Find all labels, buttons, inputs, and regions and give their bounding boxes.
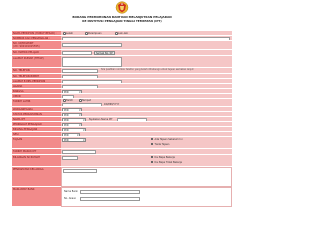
family-input[interactable] bbox=[62, 156, 78, 160]
form-subtitle: KE INSTITUSI PENGAJIAN TINGGI TEMPATAN (… bbox=[82, 18, 162, 23]
parents-working-checkbox[interactable] bbox=[151, 156, 154, 159]
ipt-other-label: Nyatakan Nama IPT bbox=[89, 118, 113, 121]
ic-hint: (cth: 900101015555) bbox=[13, 44, 40, 48]
sponsor-prev-label: Ada Tajaan Sebelum Ini bbox=[154, 137, 183, 141]
sponsor-none-checkbox[interactable] bbox=[151, 143, 154, 146]
parents-notworking-label: Ibu Bapa Tidak Bekerja bbox=[154, 160, 183, 164]
kp-input[interactable] bbox=[62, 36, 230, 40]
row-address: ALAMAT RUMAH (TETAP) bbox=[12, 56, 232, 68]
address-field-area bbox=[61, 56, 232, 68]
address-textarea[interactable] bbox=[62, 57, 122, 67]
ipt-name-select[interactable]: Pilih bbox=[62, 117, 86, 121]
row-bank: MAKLUMAT BANK Nama Bank No. Akaun bbox=[12, 187, 232, 207]
row-ic: NO. KP/PASPORT (cth: 900101015555) bbox=[12, 41, 232, 50]
row-income: PENDAPATAN KELUARGA bbox=[12, 167, 232, 187]
sponsor-label: TAJAAN bbox=[12, 137, 61, 149]
mobile-input[interactable] bbox=[62, 74, 98, 78]
sponsor-field-area: Pilih Ada Tajaan Sebelum Ini Tiada Tajaa… bbox=[61, 137, 232, 149]
gender-female-label: Perempuan bbox=[88, 32, 102, 35]
bank-name-input[interactable] bbox=[80, 189, 140, 194]
bank-acc-input[interactable] bbox=[80, 196, 140, 201]
citizen-select[interactable]: Pilih bbox=[62, 107, 82, 111]
phone-note: Sila pastikan nombor telefon yang boleh … bbox=[101, 68, 194, 71]
row-dob: TARIKH LAHIR Tarikh Tempat DD/MM/YYYY bbox=[12, 99, 232, 107]
family-field-area: Ibu Bapa Bekerja Ibu Bapa Tidak Bekerja bbox=[61, 155, 232, 167]
bank-acc-label: No. Akaun bbox=[64, 197, 77, 200]
bank-name-label: Nama Bank bbox=[64, 190, 78, 193]
age-input[interactable] bbox=[62, 94, 74, 98]
phone-input[interactable] bbox=[62, 69, 98, 73]
religion-input[interactable] bbox=[62, 84, 98, 88]
income-field-area bbox=[61, 167, 232, 187]
email-input[interactable] bbox=[62, 79, 122, 83]
sponsor-select[interactable]: Pilih bbox=[62, 138, 86, 142]
matric-input[interactable] bbox=[62, 51, 92, 55]
dob-label: TARIKH LAHIR bbox=[12, 99, 61, 107]
ipt-other-input[interactable] bbox=[117, 117, 147, 121]
race-select[interactable]: Pilih bbox=[62, 89, 82, 93]
dob-format-hint: DD/MM/YYYY bbox=[104, 103, 120, 106]
family-label: BILANGAN ISI RUMAH bbox=[12, 155, 61, 167]
gender-male-label: Lelaki bbox=[66, 32, 73, 35]
ic-field-area bbox=[61, 41, 232, 50]
check-kp-button[interactable]: Semak No. KP bbox=[94, 51, 115, 55]
ic-label: NO. KP/PASPORT (cth: 900101015555) bbox=[12, 41, 61, 50]
admission-input[interactable] bbox=[62, 150, 96, 154]
course-select[interactable]: Pilih bbox=[62, 127, 86, 131]
state-crest-icon bbox=[115, 1, 129, 14]
sponsor-none-label: Tiada Tajaan bbox=[154, 142, 170, 146]
income-input[interactable] bbox=[63, 169, 97, 173]
ic-input[interactable] bbox=[62, 43, 122, 47]
gender-other-label: Lain-lain bbox=[118, 32, 129, 35]
dob-field-area: Tarikh Tempat DD/MM/YYYY bbox=[61, 99, 232, 107]
form-header: BORANG PERMOHONAN BANTUAN MELANJUTKAN PE… bbox=[40, 15, 204, 23]
income-label: PENDAPATAN KELUARGA bbox=[12, 167, 61, 187]
row-family: BILANGAN ISI RUMAH Ibu Bapa Bekerja Ibu … bbox=[12, 155, 232, 167]
bank-field-area: Nama Bank No. Akaun bbox=[61, 187, 232, 207]
dob-input[interactable] bbox=[62, 102, 102, 106]
bank-label: MAKLUMAT BANK bbox=[12, 187, 61, 207]
address-label: ALAMAT RUMAH (TETAP) bbox=[12, 56, 61, 68]
row-sponsor: TAJAAN Pilih Ada Tajaan Sebelum Ini Tiad… bbox=[12, 137, 232, 149]
parents-working-label: Ibu Bapa Bekerja bbox=[154, 155, 175, 159]
level-select[interactable]: Pilih bbox=[62, 122, 82, 126]
session-select[interactable]: Pilih bbox=[62, 132, 80, 136]
marital-select[interactable]: Pilih bbox=[62, 112, 82, 116]
sponsor-prev-checkbox[interactable] bbox=[151, 138, 154, 141]
parents-notworking-checkbox[interactable] bbox=[151, 161, 154, 164]
